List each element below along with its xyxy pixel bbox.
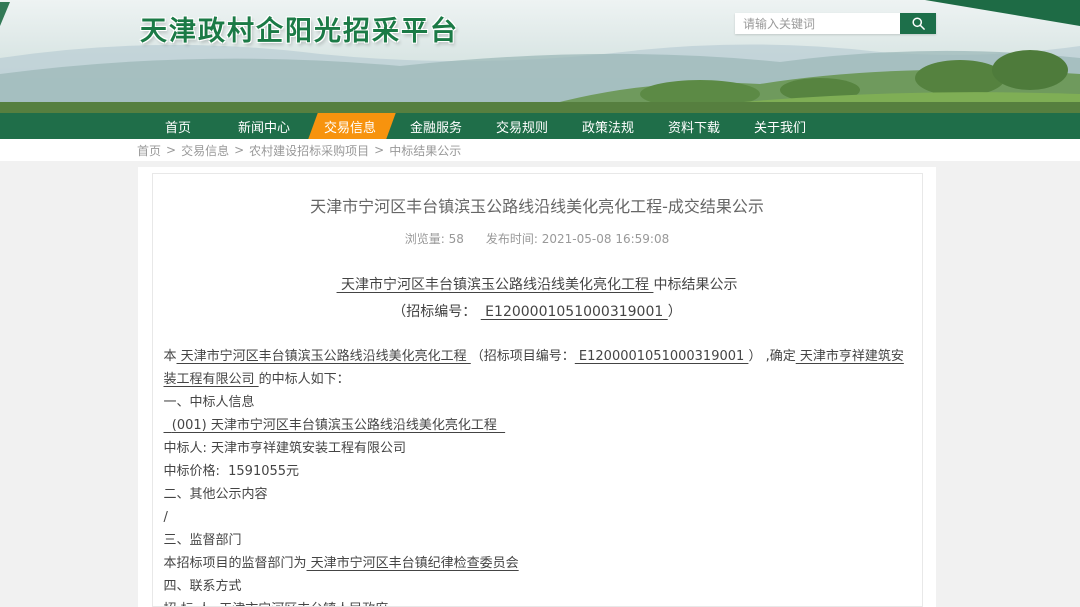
nav-item-home[interactable]: 首页 xyxy=(135,113,221,139)
nav-item-label: 关于我们 xyxy=(754,117,806,136)
article-meta: 浏览量: 58 发布时间: 2021-05-08 16:59:08 xyxy=(164,230,911,247)
main-nav: 首页 新闻中心 交易信息 金融服务 交易规则 政策法规 资料下载 关于我们 xyxy=(0,113,1080,139)
document-box: 天津市宁河区丰台镇滨玉公路线沿线美化亮化工程-成交结果公示 浏览量: 58 发布时… xyxy=(152,173,923,607)
breadcrumb-separator: > xyxy=(374,143,384,157)
doc-text: 本招标项目的监督部门为 xyxy=(164,556,307,571)
doc-paragraph: (001) 天津市宁河区丰台镇滨玉公路线沿线美化亮化工程 xyxy=(164,414,911,437)
breadcrumb-item-bid-result-announcement[interactable]: 中标结果公示 xyxy=(389,142,461,159)
doc-text: 招 标 人: 天津市宁河区丰台镇人民政府 xyxy=(164,602,389,607)
breadcrumb: 首页 > 交易信息 > 农村建设招标采购项目 > 中标结果公示 xyxy=(0,139,1080,161)
doc-heading: 天津市宁河区丰台镇滨玉公路线沿线美化亮化工程 中标结果公示 xyxy=(164,274,911,294)
doc-text: / xyxy=(164,510,168,525)
doc-text: （招标项目编号： xyxy=(471,349,575,364)
breadcrumb-separator: > xyxy=(166,143,176,157)
article-title: 天津市宁河区丰台镇滨玉公路线沿线美化亮化工程-成交结果公示 xyxy=(164,193,911,217)
tender-no-close: ） xyxy=(668,304,682,320)
views-count: 58 xyxy=(449,232,464,246)
nav-item-label: 交易信息 xyxy=(324,117,376,136)
tender-no-value: E1200001051000319001 xyxy=(481,304,668,320)
site-header: 天津政村企阳光招采平台 xyxy=(0,0,1080,113)
doc-paragraph: 中标人: 天津市亨祥建筑安装工程有限公司 xyxy=(164,437,911,460)
doc-text: 二、其他公示内容 xyxy=(164,487,268,502)
doc-text: 中标价格: 1591055元 xyxy=(164,464,300,479)
doc-text: ） ,确定 xyxy=(748,349,795,364)
content-panel: 天津市宁河区丰台镇滨玉公路线沿线美化亮化工程-成交结果公示 浏览量: 58 发布时… xyxy=(138,167,936,607)
doc-underlined-text: 天津市宁河区丰台镇滨玉公路线沿线美化亮化工程 xyxy=(177,349,471,364)
search-button[interactable] xyxy=(900,13,936,34)
breadcrumb-item-home[interactable]: 首页 xyxy=(137,142,161,159)
doc-text: 中标人: 天津市亨祥建筑安装工程有限公司 xyxy=(164,441,407,456)
publish-time: 2021-05-08 16:59:08 xyxy=(542,232,669,246)
doc-tender-number-line: （招标编号： E1200001051000319001 ） xyxy=(164,301,911,321)
nav-item-trade-rules[interactable]: 交易规则 xyxy=(479,113,565,139)
nav-item-downloads[interactable]: 资料下载 xyxy=(651,113,737,139)
site-title: 天津政村企阳光招采平台 xyxy=(140,9,459,48)
doc-text: 三、监督部门 xyxy=(164,533,242,548)
nav-item-about-us[interactable]: 关于我们 xyxy=(737,113,823,139)
nav-item-label: 交易规则 xyxy=(496,117,548,136)
nav-item-label: 首页 xyxy=(165,117,191,136)
breadcrumb-item-trade-info[interactable]: 交易信息 xyxy=(181,142,229,159)
doc-paragraph: 本招标项目的监督部门为 天津市宁河区丰台镇纪律检查委员会 xyxy=(164,552,911,575)
doc-paragraph: 四、联系方式 xyxy=(164,575,911,598)
doc-paragraph: 招 标 人: 天津市宁河区丰台镇人民政府 xyxy=(164,598,911,607)
page: 天津政村企阳光招采平台 首页新闻中心交易信息金融服务交易规则政策法规资料下载关于… xyxy=(0,0,1080,607)
search-bar xyxy=(735,13,936,34)
doc-paragraph: 三、监督部门 xyxy=(164,529,911,552)
breadcrumb-separator: > xyxy=(234,143,244,157)
doc-text: 本 xyxy=(164,349,177,364)
tender-no-open: （招标编号： xyxy=(392,304,480,320)
nav-item-trade-info[interactable]: 交易信息 xyxy=(307,113,393,139)
doc-heading-suffix: 中标结果公示 xyxy=(653,277,737,293)
doc-underlined-text: (001) 天津市宁河区丰台镇滨玉公路线沿线美化亮化工程 xyxy=(164,418,506,433)
doc-paragraph: 一、中标人信息 xyxy=(164,391,911,414)
views-label: 浏览量: xyxy=(405,232,449,246)
nav-item-label: 资料下载 xyxy=(668,117,720,136)
nav-item-financial-services[interactable]: 金融服务 xyxy=(393,113,479,139)
doc-paragraph: 二、其他公示内容 xyxy=(164,483,911,506)
doc-text: 的中标人如下： xyxy=(259,372,350,387)
nav-item-label: 金融服务 xyxy=(410,117,462,136)
doc-paragraph: / xyxy=(164,506,911,529)
doc-paragraph: 中标价格: 1591055元 xyxy=(164,460,911,483)
nav-item-news-center[interactable]: 新闻中心 xyxy=(221,113,307,139)
doc-underlined-text: 天津市宁河区丰台镇纪律检查委员会 xyxy=(307,556,519,571)
content-background: 天津市宁河区丰台镇滨玉公路线沿线美化亮化工程-成交结果公示 浏览量: 58 发布时… xyxy=(0,161,1080,607)
nav-item-policies[interactable]: 政策法规 xyxy=(565,113,651,139)
doc-text: 一、中标人信息 xyxy=(164,395,255,410)
doc-heading-project-name: 天津市宁河区丰台镇滨玉公路线沿线美化亮化工程 xyxy=(337,277,654,293)
nav-item-label: 新闻中心 xyxy=(238,117,290,136)
nav-item-label: 政策法规 xyxy=(582,117,634,136)
doc-underlined-text: E1200001051000319001 xyxy=(575,349,749,364)
search-icon xyxy=(911,16,926,31)
breadcrumb-item-rural-bidding-projects[interactable]: 农村建设招标采购项目 xyxy=(249,142,369,159)
doc-body: 本 天津市宁河区丰台镇滨玉公路线沿线美化亮化工程 （招标项目编号： E12000… xyxy=(164,345,911,607)
doc-text: 四、联系方式 xyxy=(164,579,242,594)
doc-paragraph: 本 天津市宁河区丰台镇滨玉公路线沿线美化亮化工程 （招标项目编号： E12000… xyxy=(164,345,911,391)
search-input[interactable] xyxy=(735,13,900,34)
publish-label: 发布时间: xyxy=(486,232,542,246)
